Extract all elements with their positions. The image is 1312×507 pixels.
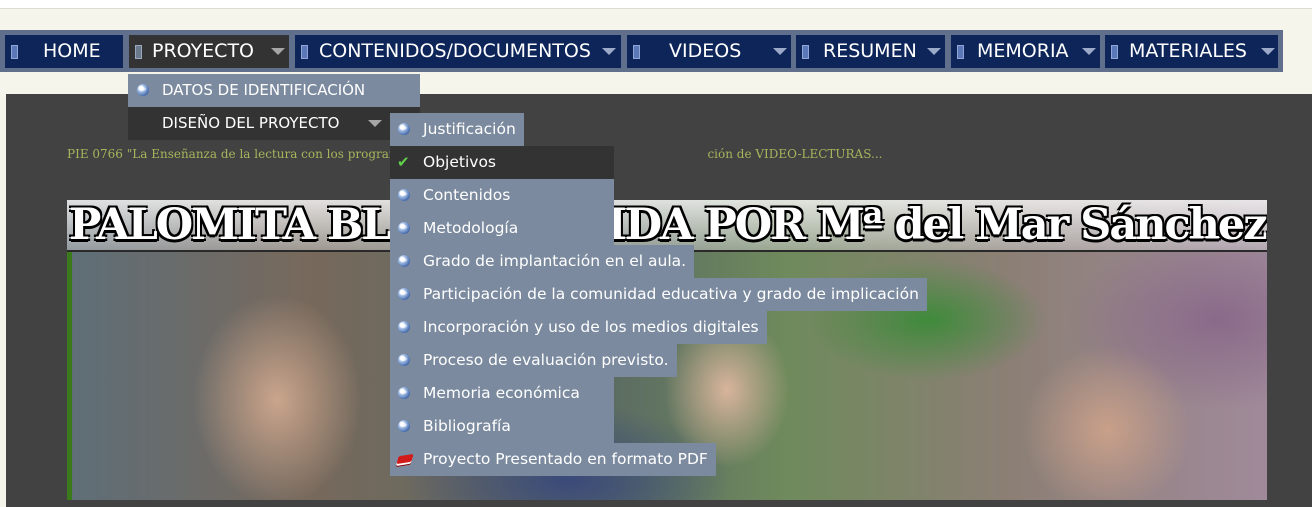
globe-icon [398,321,410,333]
chevron-down-icon [1082,48,1096,55]
nav-item-home[interactable]: HOME [5,35,123,68]
menu-item-label: DATOS DE IDENTIFICACIÓN [162,81,366,99]
submenu-item-label: Bibliografía [423,417,511,435]
nav-label: MEMORIA [977,40,1069,62]
globe-icon [398,189,410,201]
submenu-item-memoria-economica[interactable]: Memoria económica [390,377,614,410]
nav-bullet-icon [802,45,809,59]
submenu-item-label: Incorporación y uso de los medios digita… [423,318,759,336]
chevron-down-icon [271,48,285,55]
browser-top-strip [0,0,1312,9]
menu-item-datos-identificacion[interactable]: DATOS DE IDENTIFICACIÓN [128,74,420,107]
submenu-item-grado-implantacion[interactable]: Grado de implantación en el aula. [390,245,695,278]
main-nav: HOME PROYECTO CONTENIDOS/DOCUMENTOS VIDE… [0,30,1283,72]
submenu-item-label: Memoria económica [423,384,580,402]
menu-item-diseno-proyecto[interactable]: DISEÑO DEL PROYECTO [128,107,420,140]
nav-label: MATERIALES [1129,40,1247,62]
nav-item-videos[interactable]: VIDEOS [627,35,791,68]
submenu-item-evaluacion[interactable]: Proceso de evaluación previsto. [390,344,677,377]
globe-icon [398,255,410,267]
submenu-item-proyecto-pdf[interactable]: Proyecto Presentado en formato PDF [390,443,716,476]
globe-icon [398,288,410,300]
globe-icon [137,84,149,96]
nav-bullet-icon [135,45,142,59]
submenu-item-label: Metodología [423,219,519,237]
submenu-item-label: Participación de la comunidad educativa … [423,285,919,303]
submenu-item-medios-digitales[interactable]: Incorporación y uso de los medios digita… [390,311,767,344]
nav-bullet-icon [957,45,964,59]
nav-bullet-icon [11,45,18,59]
submenu-item-bibliografia[interactable]: Bibliografía [390,410,614,443]
submenu-item-participacion[interactable]: Participación de la comunidad educativa … [390,278,927,311]
submenu-item-label: Proyecto Presentado en formato PDF [423,450,708,468]
nav-bullet-icon [633,45,640,59]
nav-label: HOME [43,40,101,62]
nav-bullet-icon [1111,45,1118,59]
nav-item-resumen[interactable]: RESUMEN [796,35,945,68]
submenu-item-label: Grado de implantación en el aula. [423,252,687,270]
nav-item-materiales[interactable]: MATERIALES [1105,35,1278,68]
globe-icon [398,123,410,135]
nav-bullet-icon [301,45,308,59]
pdf-icon [396,453,414,465]
globe-icon [398,420,410,432]
check-icon: ✔ [397,153,410,171]
chevron-down-icon [1261,48,1275,55]
submenu-item-justificacion[interactable]: Justificación [390,113,524,146]
menu-item-label: DISEÑO DEL PROYECTO [162,114,340,132]
submenu-item-label: Proceso de evaluación previsto. [423,351,669,369]
submenu-item-objetivos[interactable]: ✔ Objetivos [390,146,614,179]
submenu-item-label: Contenidos [423,186,511,204]
submenu-item-contenidos[interactable]: Contenidos [390,179,614,212]
chevron-down-icon [368,120,382,127]
nav-label: RESUMEN [823,40,917,62]
chevron-down-icon [773,48,787,55]
nav-label: PROYECTO [152,40,255,62]
submenu-item-label: Objetivos [423,153,496,171]
globe-icon [398,387,410,399]
nav-item-proyecto[interactable]: PROYECTO [129,35,289,68]
nav-item-memoria[interactable]: MEMORIA [951,35,1100,68]
submenu-item-label: Justificación [423,120,516,138]
globe-icon [398,222,410,234]
submenu-item-metodologia[interactable]: Metodología [390,212,614,245]
project-description-start: PIE 0766 "La Enseñanza de la lectura con… [67,147,408,161]
chevron-down-icon [927,48,941,55]
nav-item-contenidos[interactable]: CONTENIDOS/DOCUMENTOS [295,35,621,68]
globe-icon [398,354,410,366]
nav-label: VIDEOS [669,40,742,62]
nav-label: CONTENIDOS/DOCUMENTOS [319,40,591,62]
chevron-down-icon [602,48,616,55]
project-description-end: ción de VIDEO-LECTURAS... [707,147,883,161]
